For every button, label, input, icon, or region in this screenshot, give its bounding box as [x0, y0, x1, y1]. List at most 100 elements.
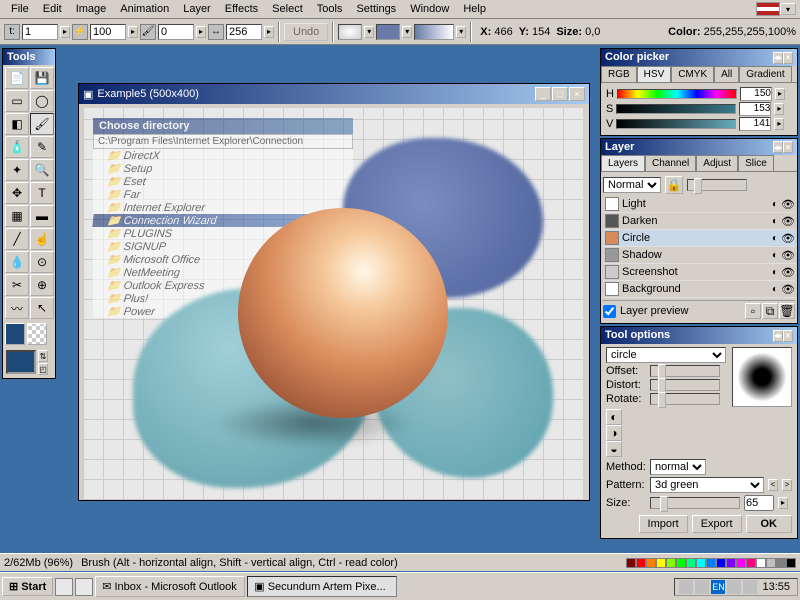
tool-save[interactable]: 💾 — [30, 67, 54, 89]
menu-tools[interactable]: Tools — [310, 1, 350, 17]
layer-mask-icon[interactable]: ◐ — [772, 284, 778, 295]
language-indicator[interactable]: EN — [711, 580, 725, 594]
swap-colors-icon[interactable]: ⇅ — [38, 350, 48, 362]
palette-swatch[interactable] — [636, 558, 646, 568]
tool-gradient[interactable]: ▦ — [5, 205, 29, 227]
layer-row[interactable]: Darken◐👁 — [603, 213, 795, 230]
hue-slider[interactable] — [617, 89, 737, 99]
size-slider[interactable] — [650, 497, 740, 509]
panel-collapse-icon[interactable]: ◂▸ — [773, 52, 783, 64]
layer-delete-icon[interactable]: 🗑 — [779, 303, 795, 319]
color-swatch-1[interactable] — [338, 24, 362, 40]
palette-swatch[interactable] — [646, 558, 656, 568]
menu-effects[interactable]: Effects — [218, 1, 265, 17]
tool-picker[interactable]: ↖ — [30, 297, 54, 319]
panel-close-icon[interactable]: × — [783, 330, 793, 342]
layer-row[interactable]: Screenshot◐👁 — [603, 264, 795, 281]
val-slider[interactable] — [616, 119, 736, 129]
quicklaunch-icon[interactable] — [75, 578, 93, 596]
palette-swatch[interactable] — [776, 558, 786, 568]
canvas-titlebar[interactable]: ▣ Example5 (500x400) _ □ × — [79, 84, 589, 104]
close-button[interactable]: × — [569, 87, 585, 101]
step-input[interactable] — [226, 24, 262, 40]
menu-file[interactable]: File — [4, 1, 36, 17]
panel-collapse-icon[interactable]: ◂▸ — [773, 141, 783, 153]
layer-mask-icon[interactable]: ◐ — [772, 216, 778, 227]
canvas-viewport[interactable]: Choose directory C:\Program Files\Intern… — [83, 108, 583, 500]
tool-fill[interactable]: ▬ — [30, 205, 54, 227]
panel-close-icon[interactable]: × — [783, 52, 793, 64]
swatch-dropdown-icon[interactable]: ▾ — [402, 26, 412, 38]
foreground-color[interactable] — [6, 350, 36, 374]
layer-mask-icon[interactable]: ◐ — [772, 267, 778, 278]
tool-brush[interactable]: 🖌 — [30, 113, 54, 135]
tab-cmyk[interactable]: CMYK — [671, 66, 714, 82]
layer-row[interactable]: Background◐👁 — [603, 281, 795, 298]
tool-new[interactable]: 📄 — [5, 67, 29, 89]
rotate-slider[interactable] — [650, 393, 720, 405]
menu-image[interactable]: Image — [69, 1, 114, 17]
menu-select[interactable]: Select — [265, 1, 310, 17]
preset-2-icon[interactable]: ◑ — [606, 425, 622, 441]
zoom-input[interactable] — [90, 24, 126, 40]
palette-swatch[interactable] — [726, 558, 736, 568]
swatch-dropdown-icon[interactable]: ▾ — [364, 26, 374, 38]
tool-zoom[interactable]: 🔍 — [30, 159, 54, 181]
gradient-swatch[interactable] — [414, 24, 454, 40]
stepper-icon[interactable]: ▸ — [774, 118, 784, 130]
val-input[interactable] — [739, 117, 771, 131]
maximize-button[interactable]: □ — [552, 87, 568, 101]
tray-icon[interactable] — [679, 580, 693, 594]
default-colors-icon[interactable]: ◰ — [38, 363, 48, 375]
tool-spray[interactable]: 🧴 — [5, 136, 29, 158]
tab-hsv[interactable]: HSV — [637, 66, 672, 82]
stepper-icon[interactable]: ▸ — [775, 88, 785, 100]
tab-layers[interactable]: Layers — [601, 155, 645, 171]
clock[interactable]: 13:55 — [759, 581, 793, 593]
export-button[interactable]: Export — [692, 515, 742, 533]
panel-collapse-icon[interactable]: ◂▸ — [773, 330, 783, 342]
layer-visibility-icon[interactable]: 👁 — [781, 266, 793, 279]
size-input[interactable] — [744, 495, 774, 511]
tool-eraser[interactable]: ◧ — [5, 113, 29, 135]
layer-dup-icon[interactable]: ⧉ — [762, 303, 778, 319]
layer-lock-icon[interactable]: 🔒 — [665, 176, 683, 194]
stepper-icon[interactable]: ▸ — [778, 497, 788, 509]
tool-smudge[interactable]: ☝ — [30, 228, 54, 250]
taskbar-task-outlook[interactable]: ✉Inbox - Microsoft Outlook — [95, 576, 245, 597]
menu-layer[interactable]: Layer — [176, 1, 218, 17]
layer-visibility-icon[interactable]: 👁 — [781, 283, 793, 296]
hue-input[interactable] — [740, 87, 772, 101]
layer-visibility-icon[interactable]: 👁 — [781, 249, 793, 262]
palette-swatch[interactable] — [756, 558, 766, 568]
start-button[interactable]: ⊞Start — [2, 577, 53, 596]
layer-row[interactable]: Light◐👁 — [603, 196, 795, 213]
brush-input[interactable] — [158, 24, 194, 40]
palette-swatch[interactable] — [666, 558, 676, 568]
palette-swatch[interactable] — [706, 558, 716, 568]
language-flag-icon[interactable] — [756, 2, 780, 16]
layer-mask-icon[interactable]: ◐ — [772, 233, 778, 244]
tab-adjust[interactable]: Adjust — [696, 155, 738, 171]
tray-icon[interactable] — [743, 580, 757, 594]
menubar-dropdown-icon[interactable]: ▾ — [780, 3, 796, 15]
stepper-icon[interactable]: ▸ — [196, 26, 206, 38]
import-button[interactable]: Import — [639, 515, 688, 533]
tab-slice[interactable]: Slice — [738, 155, 774, 171]
palette-swatch[interactable] — [686, 558, 696, 568]
tray-icon[interactable] — [727, 580, 741, 594]
menu-edit[interactable]: Edit — [36, 1, 69, 17]
brush-shape-select[interactable]: circle — [606, 347, 726, 363]
minimize-button[interactable]: _ — [535, 87, 551, 101]
palette-swatch[interactable] — [766, 558, 776, 568]
palette-swatch[interactable] — [716, 558, 726, 568]
tool-curve[interactable]: 〰 — [5, 297, 29, 319]
tool-target[interactable]: ⊙ — [30, 251, 54, 273]
tab-channel[interactable]: Channel — [645, 155, 696, 171]
tool-crop[interactable]: ✂ — [5, 274, 29, 296]
tray-icon[interactable] — [695, 580, 709, 594]
palette-swatch[interactable] — [676, 558, 686, 568]
layer-preview-checkbox[interactable] — [603, 305, 616, 318]
layer-visibility-icon[interactable]: 👁 — [781, 232, 793, 245]
tool-pencil[interactable]: ✎ — [30, 136, 54, 158]
